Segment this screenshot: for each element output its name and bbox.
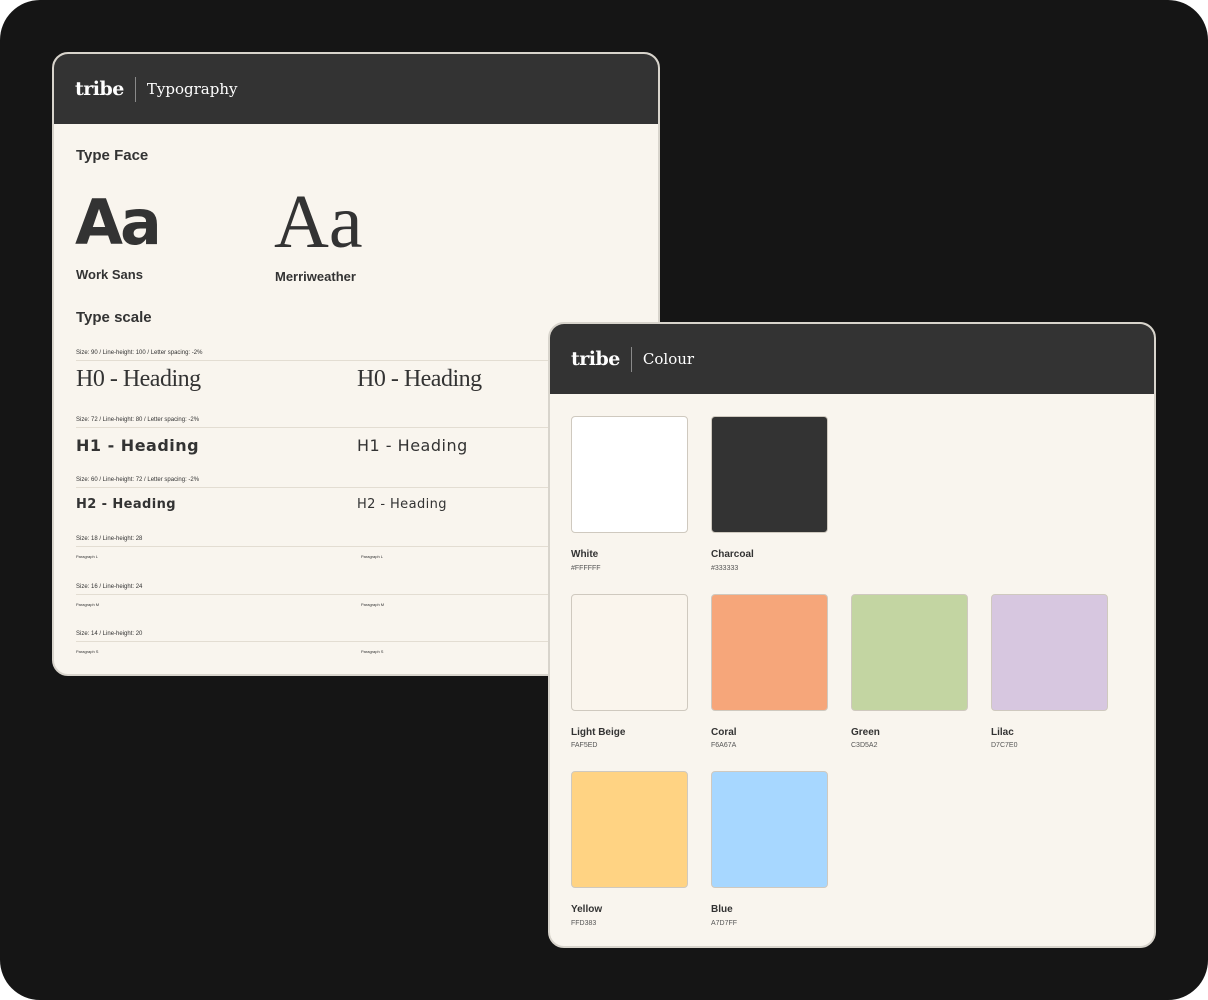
swatch-green	[851, 594, 968, 711]
h1-spec: Size: 72 / Line-height: 80 / Letter spac…	[76, 417, 200, 423]
work-sans-label: Work Sans	[76, 267, 143, 282]
canvas-background: tribe Typography Type Face Aa Aa Work Sa…	[0, 0, 1208, 1000]
swatch-yellow	[571, 771, 688, 888]
h0-sample-serif: H0 - Heading	[76, 366, 201, 392]
swatch-hex: FAF5ED	[571, 742, 598, 749]
h1-sample-bold: H1 - Heading	[76, 436, 200, 455]
merriweather-sample: Aa	[274, 180, 363, 264]
paragraph-m-sample-alt: Paragraph M	[361, 602, 385, 607]
paragraph-m-sample: Paragraph M	[76, 602, 100, 607]
header-divider	[134, 76, 136, 102]
h2-sample-bold: H2 - Heading	[76, 497, 176, 512]
swatch-name: Blue	[711, 904, 733, 915]
colour-card-header: tribe Colour	[550, 324, 1154, 394]
type-scale-title: Type scale	[76, 309, 152, 326]
swatch-lilac	[991, 594, 1108, 711]
h2-spec: Size: 60 / Line-height: 72 / Letter spac…	[76, 477, 200, 483]
h2-sample-regular: H2 - Heading	[357, 497, 447, 512]
typography-card-header: tribe Typography	[54, 54, 658, 124]
h0-spec: Size: 90 / Line-height: 100 / Letter spa…	[76, 350, 203, 356]
swatch-name: Charcoal	[711, 549, 754, 560]
swatch-white	[571, 416, 688, 533]
merriweather-label: Merriweather	[275, 269, 356, 284]
type-face-title: Type Face	[76, 147, 149, 164]
swatch-hex: #FFFFFF	[571, 565, 601, 572]
swatch-hex: F6A67A	[711, 742, 737, 749]
h1-sample-regular: H1 - Heading	[357, 436, 468, 455]
swatch-coral	[711, 594, 828, 711]
header-divider	[630, 346, 632, 372]
swatch-name: Lilac	[991, 727, 1014, 738]
swatch-name: Light Beige	[571, 727, 626, 738]
typography-card-title: Typography	[146, 80, 238, 98]
paragraph-s-sample: Paragraph S	[76, 649, 99, 654]
swatch-name: Green	[851, 727, 880, 738]
paragraph-l-spec: Size: 18 / Line-height: 28	[76, 536, 143, 542]
h0-sample-alt: H0 - Heading	[357, 366, 482, 392]
colour-card-title: Colour	[642, 350, 695, 368]
colour-card: tribe Colour White #FFFFFF Charcoal #333…	[548, 322, 1156, 948]
work-sans-sample: Aa	[75, 186, 162, 259]
paragraph-l-sample-alt: Paragraph L	[361, 554, 384, 559]
swatch-light-beige	[571, 594, 688, 711]
swatch-charcoal	[711, 416, 828, 533]
swatch-name: Coral	[711, 727, 737, 738]
paragraph-s-sample-alt: Paragraph S	[361, 649, 384, 654]
swatch-hex: A7D7FF	[711, 920, 738, 927]
paragraph-l-sample: Paragraph L	[76, 554, 99, 559]
paragraph-s-spec: Size: 14 / Line-height: 20	[76, 631, 143, 637]
paragraph-m-spec: Size: 16 / Line-height: 24	[76, 584, 143, 590]
swatch-name: Yellow	[571, 904, 603, 915]
swatch-hex: FFD383	[571, 920, 597, 927]
tribe-logo: tribe	[571, 347, 620, 370]
swatch-hex: C3D5A2	[851, 742, 878, 749]
swatch-hex: D7C7E0	[991, 742, 1018, 749]
swatch-hex: #333333	[711, 565, 739, 572]
swatch-blue	[711, 771, 828, 888]
swatch-name: White	[571, 549, 599, 560]
tribe-logo: tribe	[75, 77, 124, 100]
